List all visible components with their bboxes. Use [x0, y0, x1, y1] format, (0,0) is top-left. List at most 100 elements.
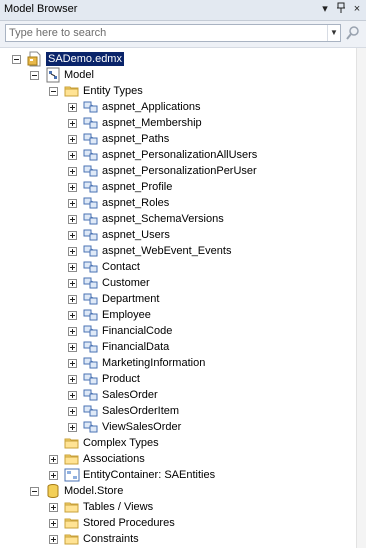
- tree-node-label: Employee: [102, 309, 151, 321]
- expand-toggle[interactable]: [68, 263, 77, 272]
- expand-toggle[interactable]: [68, 279, 77, 288]
- expand-toggle[interactable]: [68, 359, 77, 368]
- folder-icon: [64, 515, 80, 531]
- tree-node-entity[interactable]: FinancialData: [0, 339, 355, 355]
- tree-node-label: SalesOrder: [102, 389, 158, 401]
- tree-node-entity[interactable]: Product: [0, 371, 355, 387]
- expand-toggle[interactable]: [68, 375, 77, 384]
- expand-toggle[interactable]: [68, 343, 77, 352]
- tree-node-label: Customer: [102, 277, 150, 289]
- tree-node-entity-types[interactable]: Entity Types: [0, 83, 355, 99]
- tree-node-label: MarketingInformation: [102, 357, 206, 369]
- search-bar: ▼: [0, 21, 366, 48]
- tree-node-label: aspnet_PersonalizationAllUsers: [102, 149, 258, 161]
- expand-toggle[interactable]: [68, 423, 77, 432]
- expand-toggle[interactable]: [68, 295, 77, 304]
- expand-toggle[interactable]: [49, 471, 58, 480]
- tree-node-associations[interactable]: Associations: [0, 451, 355, 467]
- search-input[interactable]: [9, 26, 324, 40]
- folder-icon: [64, 451, 80, 467]
- tree-node-complex-types[interactable]: Complex Types: [0, 435, 355, 451]
- entity-type-icon: [83, 179, 99, 195]
- tree-node-entity[interactable]: aspnet_Users: [0, 227, 355, 243]
- tree-node-entity[interactable]: aspnet_PersonalizationPerUser: [0, 163, 355, 179]
- search-button[interactable]: [344, 24, 362, 42]
- tree-node-label: Contact: [102, 261, 140, 273]
- tree-node-label: Model.Store: [64, 485, 124, 497]
- search-field[interactable]: ▼: [5, 24, 341, 42]
- tree-node-entity[interactable]: SalesOrderItem: [0, 403, 355, 419]
- tree-node-entity[interactable]: aspnet_WebEvent_Events: [0, 243, 355, 259]
- tree-node-store-folder[interactable]: Constraints: [0, 531, 355, 547]
- collapse-toggle[interactable]: [30, 487, 39, 496]
- expand-toggle[interactable]: [68, 135, 77, 144]
- expand-toggle[interactable]: [68, 407, 77, 416]
- tree-node-entity[interactable]: aspnet_Roles: [0, 195, 355, 211]
- expand-toggle[interactable]: [68, 231, 77, 240]
- tree-node-entity-container[interactable]: EntityContainer: SAEntities: [0, 467, 355, 483]
- window-position-dropdown-icon[interactable]: ▾: [318, 2, 332, 16]
- search-icon: [346, 26, 359, 40]
- collapse-toggle[interactable]: [12, 55, 21, 64]
- expand-toggle[interactable]: [68, 167, 77, 176]
- tree-node-entity[interactable]: SalesOrder: [0, 387, 355, 403]
- tree-node-entity[interactable]: aspnet_Applications: [0, 99, 355, 115]
- tree-node-store-folder[interactable]: Tables / Views: [0, 499, 355, 515]
- search-history-dropdown-icon[interactable]: ▼: [327, 25, 340, 41]
- expand-toggle[interactable]: [68, 247, 77, 256]
- auto-hide-pin-icon[interactable]: [334, 2, 348, 16]
- tree-node-entity[interactable]: MarketingInformation: [0, 355, 355, 371]
- close-icon[interactable]: ×: [350, 2, 364, 16]
- database-icon: [45, 483, 61, 499]
- collapse-toggle[interactable]: [49, 87, 58, 96]
- tree-node-model[interactable]: Model: [0, 67, 355, 83]
- expand-toggle[interactable]: [68, 183, 77, 192]
- conceptual-model-icon: [45, 67, 61, 83]
- tree-node-entity[interactable]: Department: [0, 291, 355, 307]
- expand-toggle[interactable]: [49, 455, 58, 464]
- entity-type-icon: [83, 227, 99, 243]
- tree-node-entity[interactable]: aspnet_Paths: [0, 131, 355, 147]
- tree-node-entity[interactable]: FinancialCode: [0, 323, 355, 339]
- entity-type-icon: [83, 147, 99, 163]
- tree-node-store-folder[interactable]: Stored Procedures: [0, 515, 355, 531]
- tree-node-entity[interactable]: aspnet_Membership: [0, 115, 355, 131]
- tree-node-model-store[interactable]: Model.Store: [0, 483, 355, 499]
- tree-node-label: aspnet_Users: [102, 229, 170, 241]
- tree-node-label: aspnet_PersonalizationPerUser: [102, 165, 257, 177]
- expand-toggle[interactable]: [68, 311, 77, 320]
- edmx-file-icon: [27, 51, 43, 67]
- tree-node-root[interactable]: SADemo.edmx: [0, 51, 355, 67]
- tree-node-label: Associations: [83, 453, 145, 465]
- folder-icon: [64, 83, 80, 99]
- tree-node-label: aspnet_WebEvent_Events: [102, 245, 232, 257]
- tree-node-entity[interactable]: Customer: [0, 275, 355, 291]
- expand-toggle[interactable]: [49, 503, 58, 512]
- tree-node-entity[interactable]: Employee: [0, 307, 355, 323]
- tree-node-entity[interactable]: Contact: [0, 259, 355, 275]
- expand-toggle[interactable]: [68, 327, 77, 336]
- entity-type-icon: [83, 211, 99, 227]
- folder-icon: [64, 499, 80, 515]
- expand-toggle[interactable]: [68, 199, 77, 208]
- expand-toggle[interactable]: [49, 535, 58, 544]
- tree-node-entity[interactable]: aspnet_Profile: [0, 179, 355, 195]
- expand-toggle[interactable]: [68, 391, 77, 400]
- tree-node-entity[interactable]: aspnet_SchemaVersions: [0, 211, 355, 227]
- tree-node-entity[interactable]: ViewSalesOrder: [0, 419, 355, 435]
- vertical-scrollbar[interactable]: [356, 48, 366, 548]
- tree-node-label: aspnet_SchemaVersions: [102, 213, 224, 225]
- entity-type-icon: [83, 307, 99, 323]
- collapse-toggle[interactable]: [30, 71, 39, 80]
- expand-toggle[interactable]: [68, 119, 77, 128]
- expand-toggle[interactable]: [49, 519, 58, 528]
- panel-titlebar: Model Browser ▾ ×: [0, 0, 366, 21]
- expand-toggle[interactable]: [68, 103, 77, 112]
- tree-node-entity[interactable]: aspnet_PersonalizationAllUsers: [0, 147, 355, 163]
- tree-node-label: aspnet_Applications: [102, 101, 201, 113]
- expand-toggle[interactable]: [68, 151, 77, 160]
- folder-icon: [64, 531, 80, 547]
- tree-node-label: aspnet_Roles: [102, 197, 170, 209]
- expand-toggle[interactable]: [68, 215, 77, 224]
- entity-type-icon: [83, 355, 99, 371]
